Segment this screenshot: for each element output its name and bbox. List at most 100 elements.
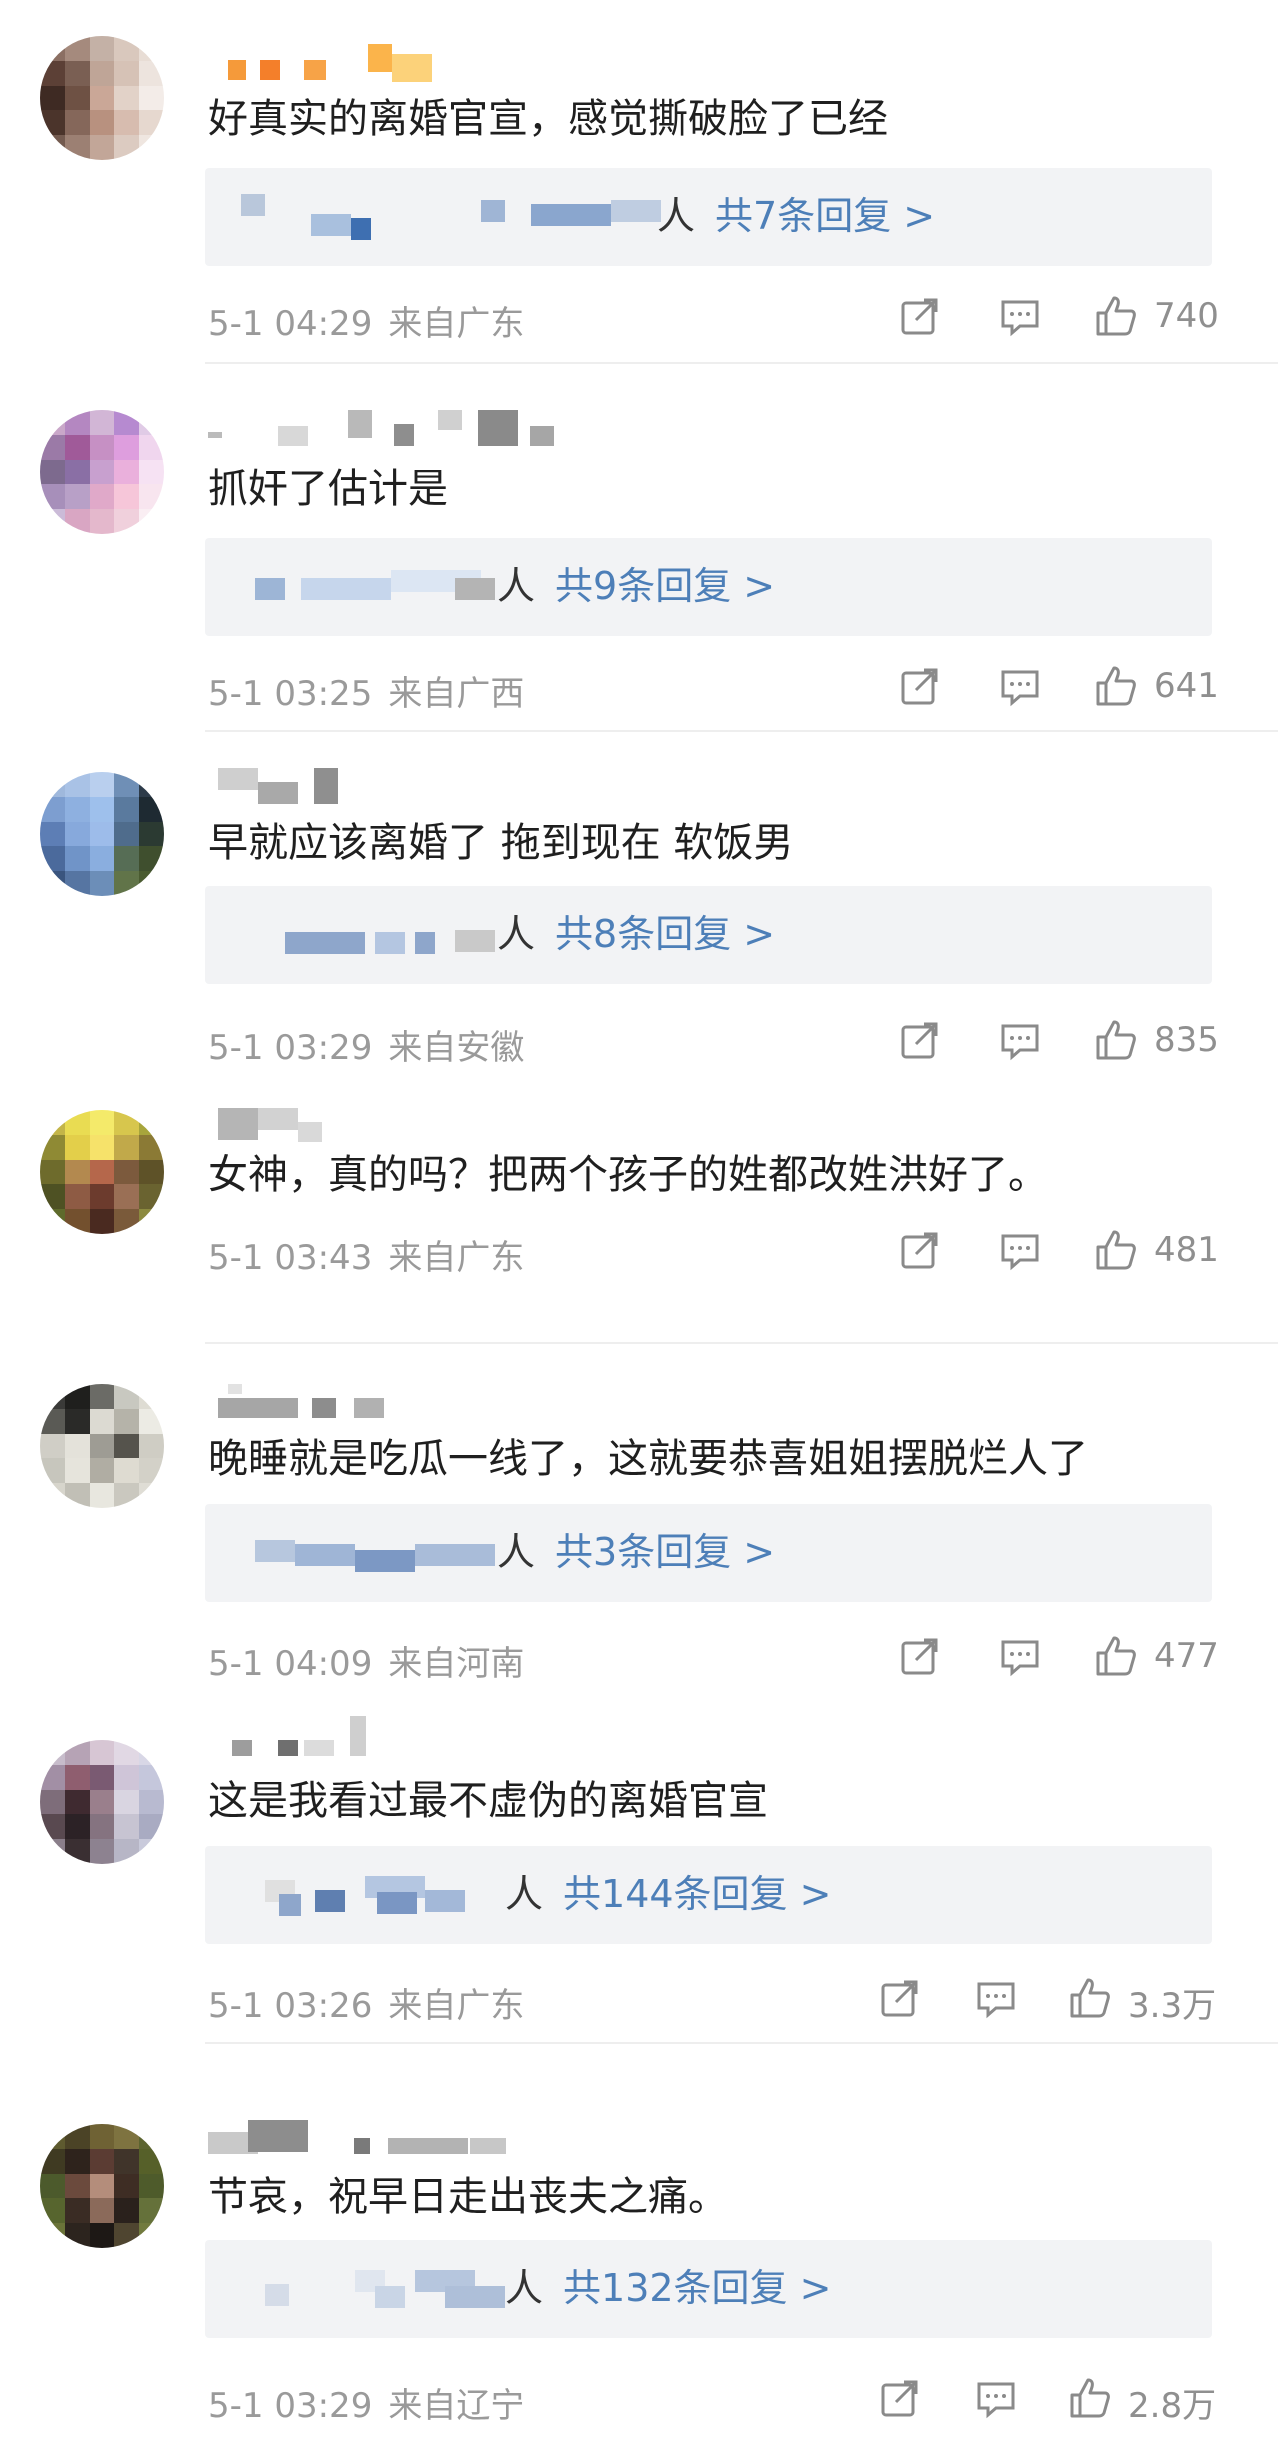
comment-list: 好真实的离婚官宣，感觉撕破脸了已经 人共7条回复 > 5-1 04:29 来自广东 xyxy=(0,0,1278,2455)
thumbs-up-icon xyxy=(1096,296,1136,336)
share-icon[interactable] xyxy=(898,294,942,338)
reply-suffix: 人 xyxy=(505,1872,544,1916)
comment-icon[interactable] xyxy=(974,1976,1018,2020)
reply-preview[interactable]: 人共132条回复 > xyxy=(205,2240,1212,2338)
like-count: 2.8万 xyxy=(1128,2386,1217,2426)
username-blurred[interactable] xyxy=(208,2120,508,2156)
comment-meta-left: 5-1 03:29 来自辽宁 xyxy=(208,2378,524,2427)
reply-authors-blurred xyxy=(255,564,505,612)
share-icon[interactable] xyxy=(898,664,942,708)
avatar[interactable] xyxy=(40,1384,164,1508)
reply-preview[interactable]: 人共3条回复 > xyxy=(205,1504,1212,1602)
comment-text: 抓奸了估计是 xyxy=(208,466,448,512)
action-bar: 3.3万 xyxy=(878,1972,1218,2026)
thumbs-up-icon xyxy=(1096,1230,1136,1270)
comment-icon[interactable] xyxy=(998,1018,1042,1062)
reply-count-link[interactable]: 共132条回复 > xyxy=(563,2266,831,2310)
comment-meta: 5-1 04:09 来自河南 477 xyxy=(208,1630,1219,1684)
avatar[interactable] xyxy=(40,1110,164,1234)
comment-meta: 5-1 03:25 来自广西 641 xyxy=(208,660,1219,714)
username-blurred[interactable] xyxy=(208,1716,368,1756)
thumbs-up-icon xyxy=(1070,2378,1110,2418)
comment-text: 节哀，祝早日走出丧夫之痛。 xyxy=(208,2174,728,2220)
reply-count-link[interactable]: 共3条回复 > xyxy=(555,1530,775,1574)
reply-suffix: 人 xyxy=(497,1530,536,1574)
timestamp: 5-1 04:29 xyxy=(208,304,373,344)
action-bar: 740 xyxy=(898,290,1219,340)
comment-meta-left: 5-1 03:26 来自广东 xyxy=(208,1978,524,2027)
timestamp: 5-1 04:09 xyxy=(208,1644,373,1684)
comment-meta: 5-1 03:29 来自辽宁 2.8万 xyxy=(208,2372,1218,2426)
like-count: 740 xyxy=(1154,296,1219,336)
share-icon[interactable] xyxy=(878,1976,922,2020)
like-button[interactable]: 477 xyxy=(1094,1630,1219,1680)
timestamp: 5-1 03:26 xyxy=(208,1986,373,2026)
reply-authors-blurred xyxy=(285,912,505,960)
thumbs-up-icon xyxy=(1096,1020,1136,1060)
like-button[interactable]: 641 xyxy=(1094,660,1219,710)
reply-authors-blurred xyxy=(255,1530,505,1578)
location: 来自辽宁 xyxy=(388,2386,525,2426)
reply-preview[interactable]: 人共9条回复 > xyxy=(205,538,1212,636)
reply-summary: 人共144条回复 > xyxy=(505,1868,831,1920)
reply-suffix: 人 xyxy=(497,912,536,956)
comment-icon[interactable] xyxy=(998,1634,1042,1678)
reply-preview[interactable]: 人共7条回复 > xyxy=(205,168,1212,266)
timestamp: 5-1 03:25 xyxy=(208,674,373,714)
reply-summary: 人共9条回复 > xyxy=(497,560,775,612)
username-blurred[interactable] xyxy=(208,410,568,446)
comment-icon[interactable] xyxy=(998,664,1042,708)
username-blurred[interactable] xyxy=(208,1384,408,1420)
reply-count-link[interactable]: 共9条回复 > xyxy=(555,564,775,608)
avatar[interactable] xyxy=(40,2124,164,2248)
comment-meta: 5-1 03:29 来自安徽 835 xyxy=(208,1014,1219,1068)
reply-authors-blurred xyxy=(265,1872,515,1920)
divider xyxy=(205,362,1278,364)
share-icon[interactable] xyxy=(878,2376,922,2420)
action-bar: 641 xyxy=(898,660,1219,710)
comment-meta: 5-1 03:43 来自广东 481 xyxy=(208,1224,1219,1278)
reply-count-link[interactable]: 共144条回复 > xyxy=(563,1872,831,1916)
reply-preview[interactable]: 人共8条回复 > xyxy=(205,886,1212,984)
username-blurred[interactable] xyxy=(208,768,368,804)
avatar[interactable] xyxy=(40,410,164,534)
reply-summary: 人共132条回复 > xyxy=(505,2262,831,2314)
comment-meta-left: 5-1 03:29 来自安徽 xyxy=(208,1020,524,1069)
comment-icon[interactable] xyxy=(974,2376,1018,2420)
avatar[interactable] xyxy=(40,772,164,896)
comment-text: 女神，真的吗？把两个孩子的姓都改姓洪好了。 xyxy=(208,1152,1048,1198)
share-icon[interactable] xyxy=(898,1018,942,1062)
like-button[interactable]: 740 xyxy=(1094,290,1219,340)
comment-icon[interactable] xyxy=(998,1228,1042,1272)
like-button[interactable]: 3.3万 xyxy=(1068,1972,1218,2026)
username-blurred[interactable] xyxy=(208,44,438,82)
thumbs-up-icon xyxy=(1096,666,1136,706)
like-count: 477 xyxy=(1154,1636,1219,1676)
comment-meta-left: 5-1 03:43 来自广东 xyxy=(208,1230,524,1279)
timestamp: 5-1 03:43 xyxy=(208,1238,373,1278)
reply-authors-blurred xyxy=(265,2266,515,2314)
share-icon[interactable] xyxy=(898,1634,942,1678)
avatar[interactable] xyxy=(40,36,164,160)
comment-icon[interactable] xyxy=(998,294,1042,338)
location: 来自河南 xyxy=(388,1644,525,1684)
avatar[interactable] xyxy=(40,1740,164,1864)
like-button[interactable]: 835 xyxy=(1094,1014,1219,1064)
reply-summary: 人共7条回复 > xyxy=(657,190,935,242)
like-button[interactable]: 2.8万 xyxy=(1068,2372,1218,2426)
comment-meta-left: 5-1 04:09 来自河南 xyxy=(208,1636,524,1685)
reply-count-link[interactable]: 共8条回复 > xyxy=(555,912,775,956)
reply-suffix: 人 xyxy=(657,194,696,238)
divider xyxy=(205,730,1278,732)
comment-text: 早就应该离婚了 拖到现在 软饭男 xyxy=(208,820,794,866)
like-button[interactable]: 481 xyxy=(1094,1224,1219,1274)
reply-count-link[interactable]: 共7条回复 > xyxy=(715,194,935,238)
comment-meta-left: 5-1 03:25 来自广西 xyxy=(208,666,524,715)
timestamp: 5-1 03:29 xyxy=(208,2386,373,2426)
like-count: 835 xyxy=(1154,1020,1219,1060)
username-blurred[interactable] xyxy=(208,1108,348,1144)
reply-preview[interactable]: 人共144条回复 > xyxy=(205,1846,1212,1944)
comment-meta-left: 5-1 04:29 来自广东 xyxy=(208,296,524,345)
share-icon[interactable] xyxy=(898,1228,942,1272)
comment-text: 这是我看过最不虚伪的离婚官宣 xyxy=(208,1778,768,1824)
